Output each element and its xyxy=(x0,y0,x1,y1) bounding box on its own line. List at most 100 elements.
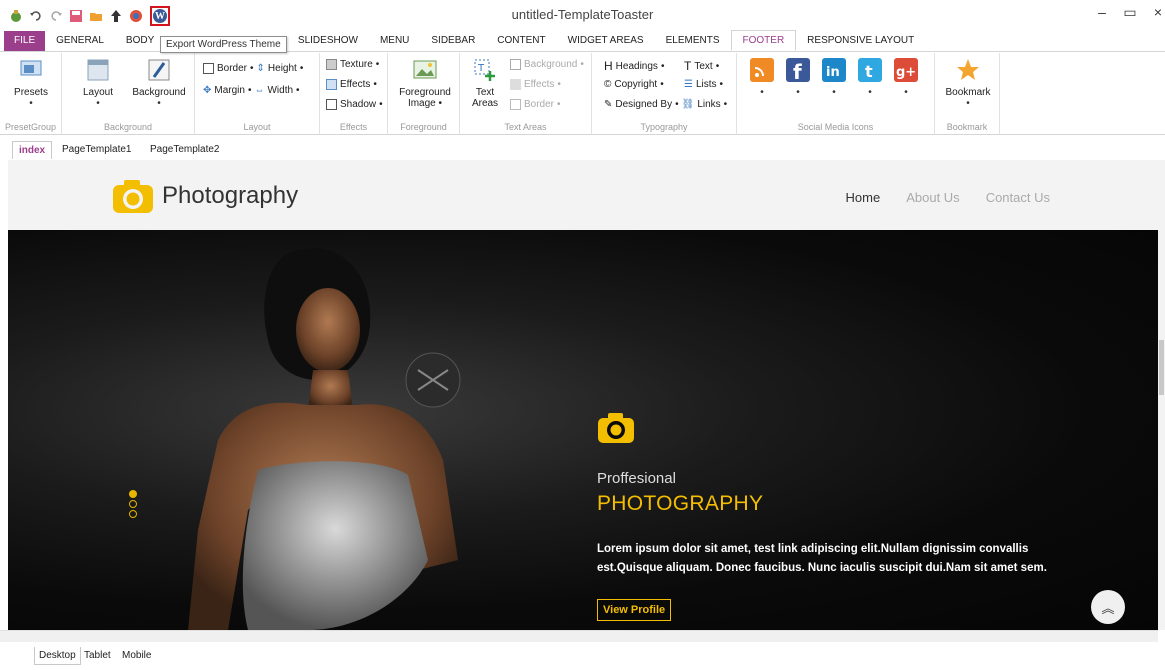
linkedin-button[interactable]: in • xyxy=(821,57,847,98)
lists-label: Lists xyxy=(695,79,717,90)
presets-button[interactable]: Presets • xyxy=(8,57,54,109)
close-button[interactable]: × xyxy=(1151,4,1165,21)
effects-control[interactable]: Effects • xyxy=(326,79,377,90)
tab-footer[interactable]: FOOTER xyxy=(730,30,797,51)
social-media-group: • f • in • t • g+ • Social Media Icons xyxy=(737,53,935,135)
text-area-background-control[interactable]: Background • xyxy=(510,59,584,70)
logo-text: Photography xyxy=(162,182,299,209)
border-control[interactable]: Border • ⇕ Height • xyxy=(203,63,303,74)
vertical-scrollbar-thumb[interactable] xyxy=(1159,340,1164,395)
layout-button[interactable]: Layout • xyxy=(78,57,118,109)
rss-icon xyxy=(750,58,774,82)
bookmark-button[interactable]: Bookmark • xyxy=(941,57,995,109)
tumblr-icon: t xyxy=(858,58,882,82)
doc-tab-pagetemplate1[interactable]: PageTemplate1 xyxy=(62,144,132,155)
shadow-icon xyxy=(326,99,337,110)
background-group: Layout • Background • Background xyxy=(62,53,195,135)
layout-group: Border • ⇕ Height • ✥ Margin • ⇔ Width • Lay… xyxy=(195,53,320,135)
margin-icon: ✥ xyxy=(203,85,212,96)
device-view-tabs: Desktop Tablet Mobile xyxy=(0,645,1165,670)
double-chevron-up-icon: ︽ xyxy=(1101,600,1115,616)
text-areas-button[interactable]: T Text Areas xyxy=(468,57,502,109)
foreground-label: Foreground xyxy=(399,87,451,98)
nav-contact-us[interactable]: Contact Us xyxy=(986,190,1050,205)
tab-widget-areas[interactable]: WIDGET AREAS xyxy=(557,31,655,51)
svg-text:f: f xyxy=(793,60,802,83)
text-control[interactable]: T Text • xyxy=(684,59,719,73)
tab-slideshow[interactable]: SLIDESHOW xyxy=(287,31,369,51)
tumblr-button[interactable]: t • xyxy=(857,57,883,98)
height-icon: ⇕ xyxy=(256,63,265,74)
shadow-label: Shadow xyxy=(340,99,377,110)
site-logo[interactable]: Photography xyxy=(112,178,298,214)
hero-model-photo xyxy=(188,248,461,630)
designed-by-control[interactable]: ✎ Designed By • ⛓ Links • xyxy=(604,99,727,110)
horizontal-scrollbar[interactable] xyxy=(0,630,1158,642)
restore-button[interactable]: ▭ xyxy=(1123,4,1137,21)
copyright-label: Copyright xyxy=(614,79,658,90)
preset-group-label: PresetGroup xyxy=(4,122,57,132)
layout-group-label: Layout xyxy=(243,122,271,132)
facebook-icon: f xyxy=(786,58,810,83)
tab-responsive-layout[interactable]: RESPONSIVE LAYOUT xyxy=(796,31,925,51)
bookmark-group: Bookmark • Bookmark xyxy=(935,53,1000,135)
text-label: Text xyxy=(475,87,495,98)
scroll-to-top-button[interactable]: ︽ xyxy=(1091,590,1125,624)
shadow-control[interactable]: Shadow • xyxy=(326,99,383,110)
doc-tab-pagetemplate2[interactable]: PageTemplate2 xyxy=(150,144,220,155)
text-area-effects-control[interactable]: Effects • xyxy=(510,79,561,90)
bookmark-group-label: Bookmark xyxy=(946,122,988,132)
background-button[interactable]: Background • xyxy=(130,57,188,109)
image-icon xyxy=(413,60,437,79)
tab-menu[interactable]: MENU xyxy=(369,31,420,51)
texture-label: Texture xyxy=(340,59,373,70)
view-profile-button[interactable]: View Profile xyxy=(597,599,672,621)
effects-label: Effects xyxy=(340,79,371,90)
nav-about-us[interactable]: About Us xyxy=(906,190,959,205)
headings-control[interactable]: H Headings • xyxy=(604,59,664,73)
margin-label: Margin xyxy=(214,85,245,96)
effects-group-label: Effects xyxy=(339,122,368,132)
minimize-button[interactable]: – xyxy=(1095,4,1109,21)
doc-tab-index[interactable]: index xyxy=(12,141,53,159)
slider-dot-1[interactable] xyxy=(129,490,137,498)
rss-button[interactable]: • xyxy=(749,57,775,98)
google-plus-button[interactable]: g+ • xyxy=(893,57,919,98)
facebook-button[interactable]: f • xyxy=(785,57,811,98)
svg-text:T: T xyxy=(477,63,485,74)
tab-file[interactable]: FILE xyxy=(4,31,46,51)
lists-control[interactable]: ☰ Lists • xyxy=(684,79,723,90)
layout-label: Layout xyxy=(82,87,114,98)
foreground-image-button[interactable]: Foreground Image • xyxy=(398,57,452,109)
background-label: Background xyxy=(132,87,186,98)
texture-control[interactable]: Texture • xyxy=(326,59,379,70)
google-plus-icon: g+ xyxy=(894,58,918,82)
layout-icon xyxy=(87,59,109,81)
tab-elements[interactable]: ELEMENTS xyxy=(655,31,731,51)
slider-dot-2[interactable] xyxy=(129,500,137,508)
text-area-border-icon xyxy=(510,99,521,110)
text-style-label: Text xyxy=(694,60,713,72)
lists-icon: ☰ xyxy=(684,79,693,90)
hero-camera-icon xyxy=(598,413,634,443)
view-tab-mobile[interactable]: Mobile xyxy=(122,650,151,661)
tab-content[interactable]: CONTENT xyxy=(486,31,556,51)
typography-group-label: Typography xyxy=(640,122,688,132)
vertical-scrollbar[interactable] xyxy=(1158,160,1165,630)
star-icon xyxy=(957,59,979,80)
linkedin-icon: in xyxy=(822,58,846,82)
view-tab-desktop[interactable]: Desktop xyxy=(34,647,81,665)
view-tab-tablet[interactable]: Tablet xyxy=(84,650,111,661)
tab-general[interactable]: GENERAL xyxy=(45,31,115,51)
margin-control[interactable]: ✥ Margin • ⇔ Width • xyxy=(203,85,300,96)
nav-home[interactable]: Home xyxy=(846,190,881,205)
links-label: Links xyxy=(697,99,721,110)
slider-dot-3[interactable] xyxy=(129,510,137,518)
copyright-control[interactable]: © Copyright • xyxy=(604,79,664,90)
links-icon: ⛓ xyxy=(681,99,695,110)
text-area-background-icon xyxy=(510,59,521,70)
text-area-border-label: Border xyxy=(524,99,555,110)
camera-logo-icon xyxy=(113,180,153,213)
tab-sidebar[interactable]: SIDEBAR xyxy=(420,31,486,51)
text-area-border-control[interactable]: Border • xyxy=(510,99,561,110)
